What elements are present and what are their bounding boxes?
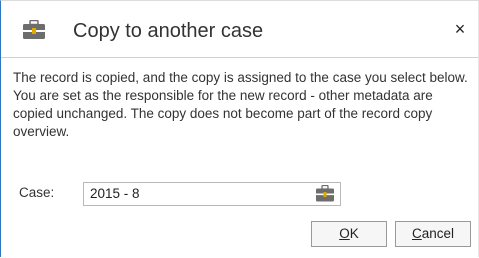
ok-button[interactable]: OK — [311, 221, 387, 247]
message-paragraph-1: The record is copied, and the copy is as… — [13, 70, 468, 85]
case-input[interactable]: 2015 - 8 — [83, 182, 341, 206]
cancel-button[interactable]: Cancel — [395, 221, 471, 247]
dialog-title: Copy to another case — [73, 20, 264, 42]
dialog-message: The record is copied, and the copy is as… — [13, 69, 473, 141]
message-paragraph-2: You are set as the responsible for the n… — [13, 88, 433, 139]
case-label: Case: — [19, 185, 55, 200]
copy-to-case-dialog: Copy to another case × The record is cop… — [0, 0, 479, 257]
case-lookup-briefcase-icon[interactable] — [316, 184, 334, 202]
case-value[interactable]: 2015 - 8 — [90, 186, 140, 201]
cancel-label-rest: ancel — [421, 226, 455, 241]
header-divider — [1, 57, 478, 58]
ok-mnemonic: O — [339, 226, 350, 241]
close-icon[interactable]: × — [450, 17, 470, 41]
ok-label-rest: K — [349, 226, 359, 241]
cancel-mnemonic: C — [411, 226, 422, 241]
briefcase-icon — [23, 19, 45, 40]
dialog-header: Copy to another case × — [1, 1, 478, 57]
